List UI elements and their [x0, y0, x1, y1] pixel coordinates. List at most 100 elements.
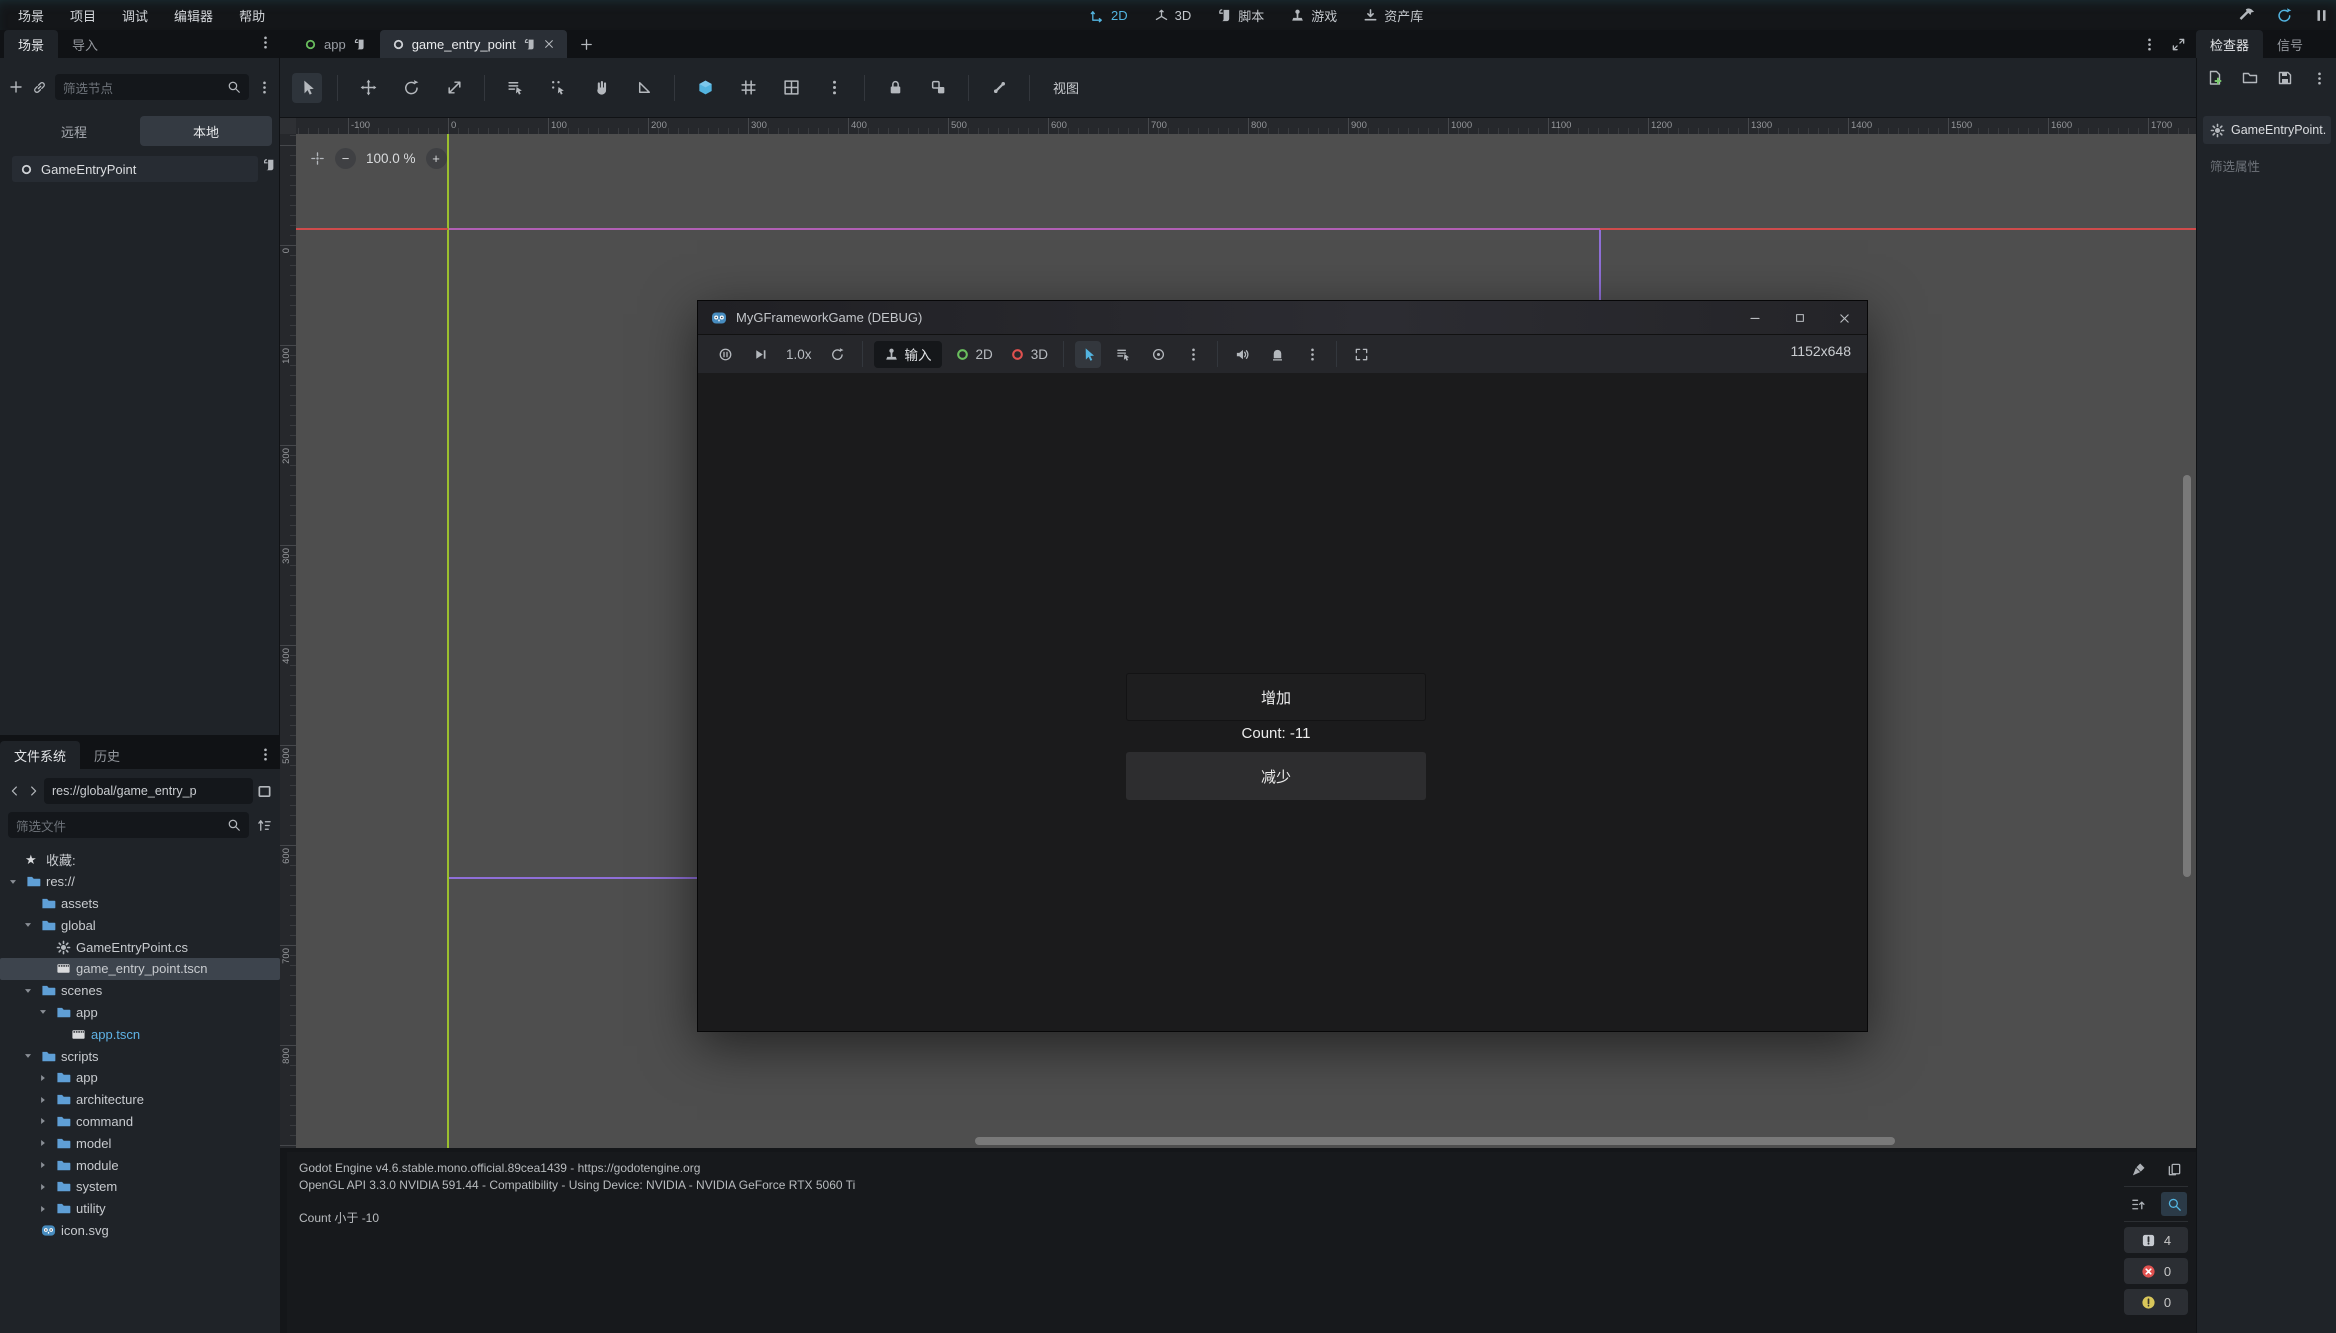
scene-dock-menu-icon[interactable]	[258, 35, 273, 50]
select-tool[interactable]	[292, 73, 322, 103]
vertical-scrollbar[interactable]	[2183, 475, 2191, 877]
zoom-in-button[interactable]: +	[426, 148, 447, 169]
camera-override-button[interactable]	[1145, 341, 1171, 368]
fs-item[interactable]: command	[0, 1111, 280, 1133]
suspend-button[interactable]	[712, 341, 738, 368]
inspector-tab-检查器[interactable]: 检查器	[2196, 30, 2263, 58]
collapse-messages-icon[interactable]	[2125, 1192, 2151, 1216]
menu-item-2[interactable]: 调试	[112, 3, 158, 28]
fs-item[interactable]: model	[0, 1132, 280, 1154]
filesystem-tab-历史[interactable]: 历史	[80, 741, 134, 769]
save-resource-icon[interactable]	[2277, 70, 2293, 86]
expand-arrow-icon[interactable]	[36, 1093, 50, 1107]
filesystem-menu-icon[interactable]	[258, 747, 273, 762]
menu-item-0[interactable]: 场景	[8, 3, 54, 28]
distraction-free-icon[interactable]	[2171, 37, 2186, 52]
fs-item[interactable]: ★收藏:	[0, 849, 280, 871]
new-scene-tab-icon[interactable]	[579, 37, 594, 52]
close-button[interactable]	[1822, 301, 1867, 335]
clear-output-icon[interactable]	[2125, 1157, 2151, 1181]
snap-options-menu[interactable]	[819, 73, 849, 103]
menu-item-3[interactable]: 编辑器	[164, 3, 223, 28]
split-view-icon[interactable]	[257, 784, 272, 799]
expand-arrow-icon[interactable]	[36, 1136, 50, 1150]
collapse-arrow-icon[interactable]	[21, 1049, 35, 1063]
workspace-script[interactable]: 脚本	[1217, 6, 1264, 25]
minimize-button[interactable]	[1732, 301, 1777, 335]
workspace-download[interactable]: 资产库	[1363, 6, 1423, 25]
inspector-tab-信号[interactable]: 信号	[2263, 30, 2317, 58]
pause-button[interactable]	[2313, 7, 2330, 24]
filesystem-tab-文件系统[interactable]: 文件系统	[0, 741, 80, 769]
speed-select[interactable]: 1.0x	[782, 341, 816, 368]
mute-button[interactable]	[1229, 341, 1255, 368]
fs-item[interactable]: global	[0, 914, 280, 936]
expand-arrow-icon[interactable]	[36, 1158, 50, 1172]
scene-dock-tab-场景[interactable]: 场景	[4, 30, 58, 58]
copy-output-icon[interactable]	[2161, 1157, 2187, 1181]
workspace-joystick[interactable]: 游戏	[1290, 6, 1337, 25]
fs-item[interactable]: scripts	[0, 1045, 280, 1067]
file-filter-input[interactable]: 筛选文件	[8, 812, 249, 838]
collapse-arrow-icon[interactable]	[21, 984, 35, 998]
local-tab[interactable]: 本地	[140, 116, 272, 146]
scene-filter-input[interactable]: 筛选节点	[55, 74, 249, 100]
sort-files-icon[interactable]	[257, 818, 272, 833]
fs-item[interactable]: game_entry_point.tscn	[0, 958, 280, 980]
game-window-titlebar[interactable]: MyGFrameworkGame (DEBUG)	[698, 301, 1867, 335]
collapse-arrow-icon[interactable]	[21, 918, 35, 932]
zoom-level[interactable]: 100.0 %	[366, 151, 416, 166]
inspector-menu-icon[interactable]	[2312, 71, 2327, 86]
fs-item[interactable]: app.tscn	[0, 1023, 280, 1045]
fs-item[interactable]: app	[0, 1067, 280, 1089]
script-icon[interactable]	[353, 38, 366, 51]
load-resource-icon[interactable]	[2242, 70, 2258, 86]
expand-arrow-icon[interactable]	[36, 1202, 50, 1216]
input-mode-button[interactable]: 输入	[874, 341, 942, 368]
add-node-icon[interactable]	[8, 79, 24, 95]
camera-options-menu[interactable]	[1180, 341, 1206, 368]
workspace-axis-2d[interactable]: 2D	[1090, 8, 1128, 23]
scene-tree-root-node[interactable]: GameEntryPoint	[12, 156, 258, 182]
horizontal-scrollbar[interactable]	[975, 1137, 1895, 1145]
scene-dock-tab-导入[interactable]: 导入	[58, 30, 112, 58]
collapse-arrow-icon[interactable]	[36, 1005, 50, 1019]
next-frame-button[interactable]	[747, 341, 773, 368]
errors-count-badge[interactable]: 0	[2124, 1258, 2188, 1284]
view-menu[interactable]: 视图	[1045, 78, 1087, 97]
new-resource-icon[interactable]	[2207, 70, 2223, 86]
search-output-icon[interactable]	[2161, 1192, 2187, 1216]
fs-item[interactable]: app	[0, 1002, 280, 1024]
fs-item[interactable]: utility	[0, 1198, 280, 1220]
edited-object-row[interactable]: GameEntryPoint.	[2203, 116, 2331, 144]
messages-count-badge[interactable]: 4	[2124, 1227, 2188, 1253]
property-filter-input[interactable]: 筛选属性	[2203, 152, 2331, 178]
smart-snap-toggle[interactable]	[690, 73, 720, 103]
game-list-select[interactable]	[1110, 341, 1136, 368]
fs-item[interactable]: assets	[0, 893, 280, 915]
increase-button[interactable]: 增加	[1126, 673, 1426, 721]
fs-item[interactable]: scenes	[0, 980, 280, 1002]
expand-arrow-icon[interactable]	[36, 1114, 50, 1128]
maximize-button[interactable]	[1777, 301, 1822, 335]
expand-arrow-icon[interactable]	[36, 1180, 50, 1194]
build-hammer-button[interactable]	[2239, 7, 2256, 24]
fs-item[interactable]: GameEntryPoint.cs	[0, 936, 280, 958]
scale-tool[interactable]	[439, 73, 469, 103]
move-tool[interactable]	[353, 73, 383, 103]
close-tab-icon[interactable]	[543, 38, 555, 50]
scene-tab-app[interactable]: app	[292, 30, 378, 58]
reset-button[interactable]	[825, 341, 851, 368]
fs-item[interactable]: res://	[0, 871, 280, 893]
instance-scene-icon[interactable]	[32, 80, 47, 95]
script-icon[interactable]	[523, 38, 536, 51]
center-view-icon[interactable]	[310, 151, 325, 166]
fs-item[interactable]: system	[0, 1176, 280, 1198]
fs-item[interactable]: icon.svg	[0, 1220, 280, 1242]
scene-tab-game_entry_point[interactable]: game_entry_point	[380, 30, 567, 58]
list-select-tool[interactable]	[500, 73, 530, 103]
skeleton-options-button[interactable]	[984, 73, 1014, 103]
warnings-count-badge[interactable]: 0	[2124, 1289, 2188, 1315]
history-back-icon[interactable]	[8, 784, 22, 798]
menu-item-4[interactable]: 帮助	[229, 3, 275, 28]
